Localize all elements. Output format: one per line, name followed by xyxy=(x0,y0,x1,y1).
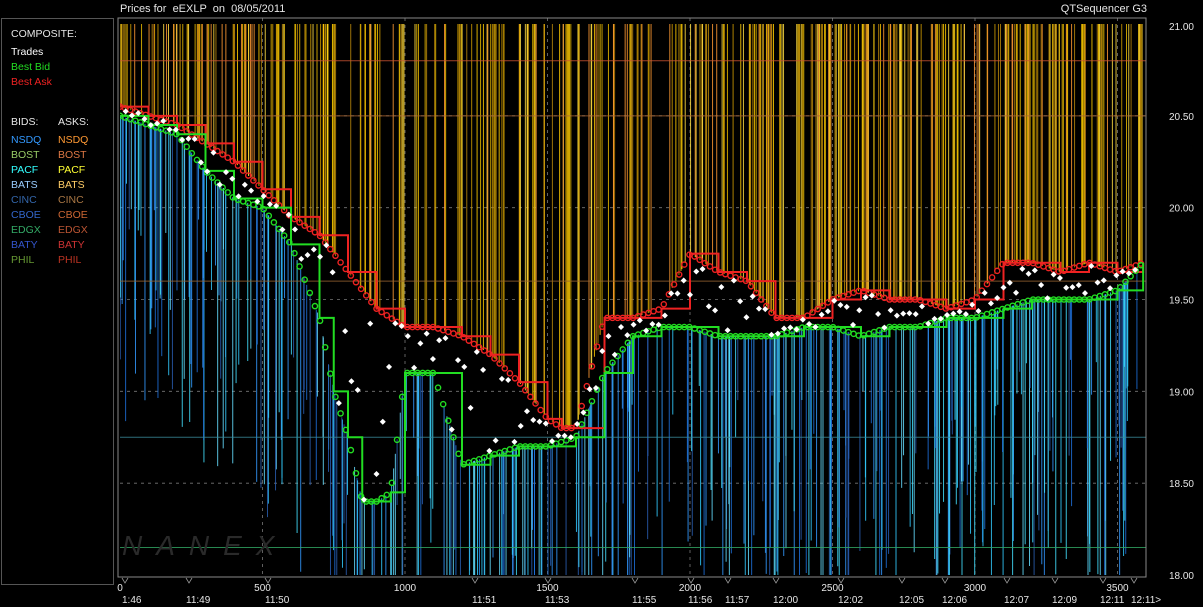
x-tick-seq: 2500 xyxy=(821,583,844,594)
x-tick-seq: 1500 xyxy=(536,583,559,594)
x-tick-time: 11:57 xyxy=(725,595,750,606)
y-tick-label: 18.00 xyxy=(1169,571,1194,582)
x-tick-marker xyxy=(1051,577,1059,584)
y-tick-label: 20.00 xyxy=(1169,204,1194,215)
x-tick-seq: 0 xyxy=(117,583,123,594)
x-tick-marker xyxy=(941,577,949,584)
x-tick-marker xyxy=(1003,577,1011,584)
x-tick-time: 11:50 xyxy=(265,595,290,606)
x-tick-time: 12:11> xyxy=(1131,595,1161,606)
x-tick-time: 12:02 xyxy=(838,595,863,606)
x-tick-marker xyxy=(1099,577,1107,584)
x-tick-time: 12:00 xyxy=(773,595,798,606)
x-tick-time: 11:49 xyxy=(186,595,211,606)
x-tick-time: 12:09 xyxy=(1052,595,1077,606)
x-axis: 0 500 1000 1500 2000 2500 3000 3500 1:46 11:49 11:… xyxy=(117,577,1161,606)
x-tick-marker xyxy=(185,577,193,584)
x-tick-marker xyxy=(724,577,732,584)
x-tick-marker xyxy=(772,577,780,584)
x-tick-marker xyxy=(631,577,639,584)
x-tick-time: 1:46 xyxy=(122,595,142,606)
price-chart: NANEX 21.00 20.50 20.00 19.50 19.00 18.50 18.0… xyxy=(117,17,1194,606)
x-tick-time: 12:11 xyxy=(1100,595,1125,606)
y-tick-label: 18.50 xyxy=(1169,479,1194,490)
x-tick-time: 12:06 xyxy=(942,595,967,606)
x-tick-seq: 3500 xyxy=(1106,583,1129,594)
y-tick-label: 19.50 xyxy=(1169,296,1194,307)
x-tick-seq: 3000 xyxy=(964,583,987,594)
x-tick-time: 11:51 xyxy=(472,595,497,606)
x-tick-time: 11:56 xyxy=(688,595,713,606)
x-tick-seq: 2000 xyxy=(679,583,702,594)
x-tick-seq: 1000 xyxy=(394,583,417,594)
x-tick-time: 11:53 xyxy=(545,595,570,606)
x-tick-marker xyxy=(898,577,906,584)
x-tick-marker xyxy=(1130,577,1138,584)
watermark: NANEX xyxy=(122,530,288,561)
y-axis: 21.00 20.50 20.00 19.50 19.00 18.50 18.00 xyxy=(1169,22,1194,582)
x-tick-time: 12:07 xyxy=(1004,595,1029,606)
y-tick-label: 19.00 xyxy=(1169,387,1194,398)
x-tick-time: 12:05 xyxy=(899,595,924,606)
x-tick-time: 11:55 xyxy=(632,595,657,606)
y-tick-label: 20.50 xyxy=(1169,112,1194,123)
x-tick-marker xyxy=(471,577,479,584)
y-tick-label: 21.00 xyxy=(1169,22,1194,33)
x-tick-marker xyxy=(121,577,129,584)
x-tick-seq: 500 xyxy=(254,583,271,594)
